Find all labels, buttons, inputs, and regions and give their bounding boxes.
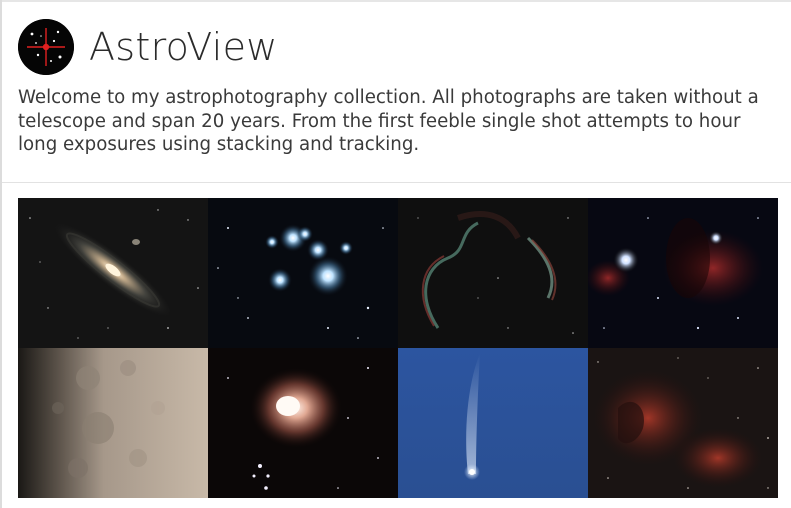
- header-divider: [2, 182, 791, 183]
- site-header: AstroView: [18, 18, 278, 76]
- photo-veil-nebula[interactable]: [398, 198, 588, 348]
- photo-moon-craters[interactable]: [18, 348, 208, 498]
- veil-nebula-image: [398, 198, 588, 348]
- pleiades-cluster-image: [208, 198, 398, 348]
- photo-horsehead-flame-nebula[interactable]: [588, 198, 778, 348]
- photo-north-america-nebula[interactable]: [588, 348, 778, 498]
- page-title: AstroView: [89, 25, 278, 69]
- north-america-nebula-image: [588, 348, 778, 498]
- moon-craters-image: [18, 348, 208, 498]
- window-top-border: [0, 0, 791, 2]
- orion-nebula-image: [208, 348, 398, 498]
- horsehead-flame-nebula-image: [588, 198, 778, 348]
- page: AstroView Welcome to my astrophotography…: [0, 0, 791, 508]
- intro-text: Welcome to my astrophotography collectio…: [18, 87, 759, 155]
- photo-andromeda-galaxy[interactable]: [18, 198, 208, 348]
- window-left-border: [0, 0, 2, 508]
- photo-gallery: [18, 198, 778, 498]
- andromeda-galaxy-image: [18, 198, 208, 348]
- photo-comet[interactable]: [398, 348, 588, 498]
- photo-orion-nebula[interactable]: [208, 348, 398, 498]
- telescope-crosshair-icon[interactable]: [18, 19, 74, 75]
- photo-pleiades-cluster[interactable]: [208, 198, 398, 348]
- comet-image: [398, 348, 588, 498]
